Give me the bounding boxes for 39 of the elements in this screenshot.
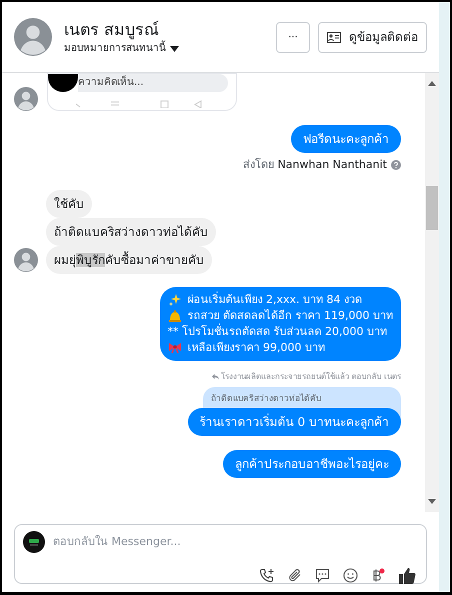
bow-icon — [168, 342, 182, 354]
message-bubble: ร้านเราดาวเริ่มต้น 0 บาทนะคะลูกค้า — [188, 408, 401, 436]
message-bubble: ลูกค้าประกอบอาชีพอะไรอยู่คะ — [223, 450, 401, 478]
avatar — [14, 87, 38, 111]
screenshot-preview[interactable]: ความคิดเห็น... — [47, 73, 237, 111]
paperclip-icon[interactable] — [288, 568, 302, 583]
chat-bubble-icon[interactable] — [315, 568, 330, 583]
avatar — [14, 18, 52, 56]
message-line: ผ่อนเริ่มต้นเพียง 2,xxx. บาท 84 งวด — [188, 292, 362, 308]
scrollbar[interactable] — [425, 73, 439, 512]
caret-icon — [170, 46, 179, 52]
sparkle-icon — [168, 292, 182, 306]
emoji-icon[interactable] — [343, 568, 358, 583]
comment-preview-text: ความคิดเห็น... — [78, 75, 144, 90]
scroll-down-icon[interactable] — [428, 499, 436, 504]
scroll-up-icon[interactable] — [428, 81, 436, 86]
message-input[interactable]: ตอบกลับใน Messenger... — [53, 534, 418, 550]
page-logo — [23, 531, 45, 553]
message-bubble: ใช้คับ — [46, 190, 92, 218]
message-bubble: ถ้าติดแบคริสว่างดาวท่อได้คับ — [46, 218, 216, 246]
help-icon[interactable] — [391, 160, 401, 170]
bell-icon — [168, 308, 182, 322]
message-line: ** โปรโมชั่นรถตัดสด รับส่วนลด 20,000 บาท — [168, 324, 387, 340]
scrollbar-thumb[interactable] — [426, 186, 438, 230]
more-button[interactable]: ··· — [276, 22, 310, 52]
contact-name: เนตร สมบูรณ์ — [64, 20, 160, 40]
baht-icon[interactable] — [371, 568, 385, 584]
contact-info-button[interactable]: ดูข้อมูลติดต่อ — [318, 22, 427, 52]
contact-card-icon — [327, 32, 341, 42]
reply-note: โรงงานผลิตและกระจายรถยนต์ใช้แล้ว ตอบกลับ เนตร — [220, 370, 401, 382]
phone-add-icon[interactable] — [259, 568, 275, 584]
message-bubble: ผมยุ่พิบูรักคับซื้อมาค่าขายคับ — [46, 246, 212, 274]
thumbs-up-icon[interactable] — [398, 567, 416, 584]
message-bubble: ฟอรีดนะคะลูกค้า — [291, 125, 401, 153]
message-line: รถสวย ตัดสดลดได้อีก ราคา 119,000 บาท — [188, 308, 393, 324]
message-line: เหลือเพียงราคา 99,000 บาท — [188, 340, 325, 356]
sent-by-text: ส่งโดย Nanwhan Nanthanit — [243, 157, 387, 173]
quoted-text: ถ้าติดแบคริสว่างดาวท่อได้คับ — [211, 392, 322, 406]
reply-icon — [212, 373, 219, 380]
